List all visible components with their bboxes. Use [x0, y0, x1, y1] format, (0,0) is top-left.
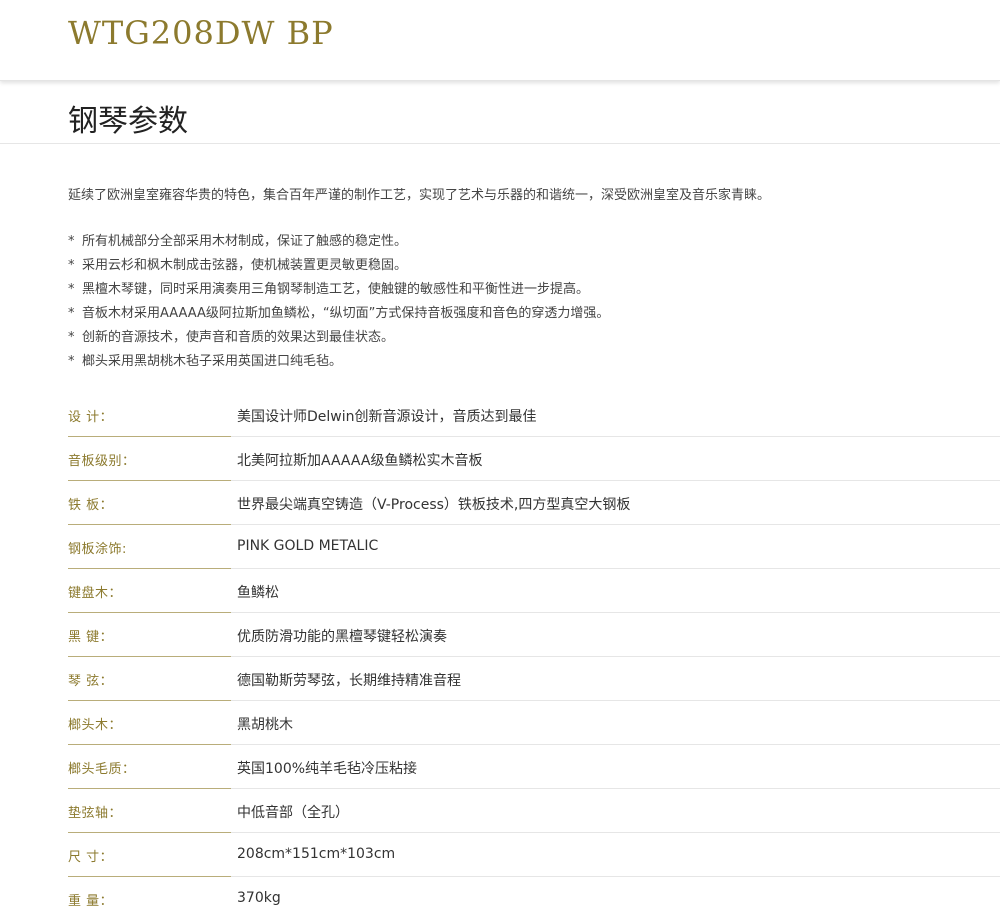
- spec-row-key-wood: 键盘木： 鱼鳞松: [0, 569, 1000, 613]
- spec-label: 琴 弦：: [68, 674, 114, 689]
- feature-text: 所有机械部分全部采用木材制成，保证了触感的稳定性。: [82, 234, 408, 249]
- spec-row-soundboard: 音板级别： 北美阿拉斯加AAAAA级鱼鳞松实木音板: [0, 437, 1000, 481]
- spec-value: 中低音部（全孔）: [237, 805, 349, 821]
- spec-row-weight: 重 量： 370kg: [0, 877, 1000, 921]
- spec-value: 英国100%纯羊毛毡冷压粘接: [237, 761, 418, 777]
- spec-value: 208cm*151cm*103cm: [237, 846, 396, 862]
- spec-value: 北美阿拉斯加AAAAA级鱼鳞松实木音板: [237, 453, 483, 469]
- spec-label: 榔头木：: [68, 718, 123, 733]
- spec-row-hammer-felt: 榔头毛质： 英国100%纯羊毛毡冷压粘接: [0, 745, 1000, 789]
- spec-table: 设 计： 美国设计师Delwin创新音源设计，音质达到最佳 音板级别： 北美阿拉…: [0, 393, 1000, 921]
- feature-text: 音板木材采用AAAAA级阿拉斯加鱼鳞松，“纵切面”方式保持音板强度和音色的穿透力…: [82, 306, 610, 321]
- spec-value: 德国勒斯劳琴弦，长期维持精准音程: [237, 673, 461, 689]
- bullet-star: *: [68, 282, 75, 297]
- feature-item: * 榔头采用黑胡桃木毡子采用英国进口纯毛毡。: [68, 353, 609, 377]
- feature-item: * 创新的音源技术，使声音和音质的效果达到最佳状态。: [68, 329, 609, 353]
- spec-row-bushing: 垫弦轴： 中低音部（全孔）: [0, 789, 1000, 833]
- intro-paragraph: 延续了欧洲皇室雍容华贵的特色，集合百年严谨的制作工艺，实现了艺术与乐器的和谐统一…: [68, 188, 771, 203]
- spec-value: 优质防滑功能的黑檀琴键轻松演奏: [237, 629, 447, 645]
- feature-text: 榔头采用黑胡桃木毡子采用英国进口纯毛毡。: [82, 354, 343, 369]
- spec-label: 音板级别：: [68, 454, 136, 469]
- spec-label: 尺 寸：: [68, 850, 114, 865]
- spec-row-hammer-wood: 榔头木： 黑胡桃木: [0, 701, 1000, 745]
- feature-list: * 所有机械部分全部采用木材制成，保证了触感的稳定性。 * 采用云杉和枫木制成击弦器…: [68, 233, 609, 377]
- spec-row-black-keys: 黑 键： 优质防滑功能的黑檀琴键轻松演奏: [0, 613, 1000, 657]
- spec-row-iron-plate: 铁 板： 世界最尖端真空铸造（V-Process）铁板技术,四方型真空大钢板: [0, 481, 1000, 525]
- spec-value: 鱼鳞松: [237, 585, 279, 601]
- spec-value: 黑胡桃木: [237, 717, 293, 733]
- feature-text: 采用云杉和枫木制成击弦器，使机械装置更灵敏更稳固。: [82, 258, 408, 273]
- section-title: 钢琴参数: [68, 104, 188, 139]
- feature-item: * 所有机械部分全部采用木材制成，保证了触感的稳定性。: [68, 233, 609, 257]
- top-bar: WTG208DW BP: [0, 0, 1000, 81]
- feature-item: * 采用云杉和枫木制成击弦器，使机械装置更灵敏更稳固。: [68, 257, 609, 281]
- bullet-star: *: [68, 306, 75, 321]
- spec-value: 370kg: [237, 890, 281, 906]
- spec-row-strings: 琴 弦： 德国勒斯劳琴弦，长期维持精准音程: [0, 657, 1000, 701]
- section-divider: [0, 143, 1000, 144]
- bullet-star: *: [68, 258, 75, 273]
- bullet-star: *: [68, 354, 75, 369]
- feature-text: 创新的音源技术，使声音和音质的效果达到最佳状态。: [82, 330, 395, 345]
- spec-row-plate-finish: 钢板涂饰: PINK GOLD METALIC: [0, 525, 1000, 569]
- spec-value: PINK GOLD METALIC: [237, 538, 379, 554]
- spec-label: 键盘木：: [68, 586, 123, 601]
- spec-label: 垫弦轴：: [68, 806, 123, 821]
- bullet-star: *: [68, 234, 75, 249]
- spec-label: 钢板涂饰:: [68, 542, 127, 557]
- feature-text: 黑檀木琴键，同时采用演奏用三角钢琴制造工艺，使触键的敏感性和平衡性进一步提高。: [82, 282, 590, 297]
- spec-label: 黑 键：: [68, 630, 114, 645]
- spec-value: 世界最尖端真空铸造（V-Process）铁板技术,四方型真空大钢板: [237, 497, 631, 513]
- spec-label: 榔头毛质：: [68, 762, 136, 777]
- spec-label: 重 量：: [68, 894, 114, 909]
- feature-item: * 黑檀木琴键，同时采用演奏用三角钢琴制造工艺，使触键的敏感性和平衡性进一步提高。: [68, 281, 609, 305]
- spec-value: 美国设计师Delwin创新音源设计，音质达到最佳: [237, 409, 537, 425]
- spec-row-dimensions: 尺 寸： 208cm*151cm*103cm: [0, 833, 1000, 877]
- model-title: WTG208DW BP: [68, 14, 334, 52]
- spec-label: 铁 板：: [68, 498, 114, 513]
- spec-row-design: 设 计： 美国设计师Delwin创新音源设计，音质达到最佳: [0, 393, 1000, 437]
- bullet-star: *: [68, 330, 75, 345]
- feature-item: * 音板木材采用AAAAA级阿拉斯加鱼鳞松，“纵切面”方式保持音板强度和音色的穿透…: [68, 305, 609, 329]
- spec-label: 设 计：: [68, 410, 114, 425]
